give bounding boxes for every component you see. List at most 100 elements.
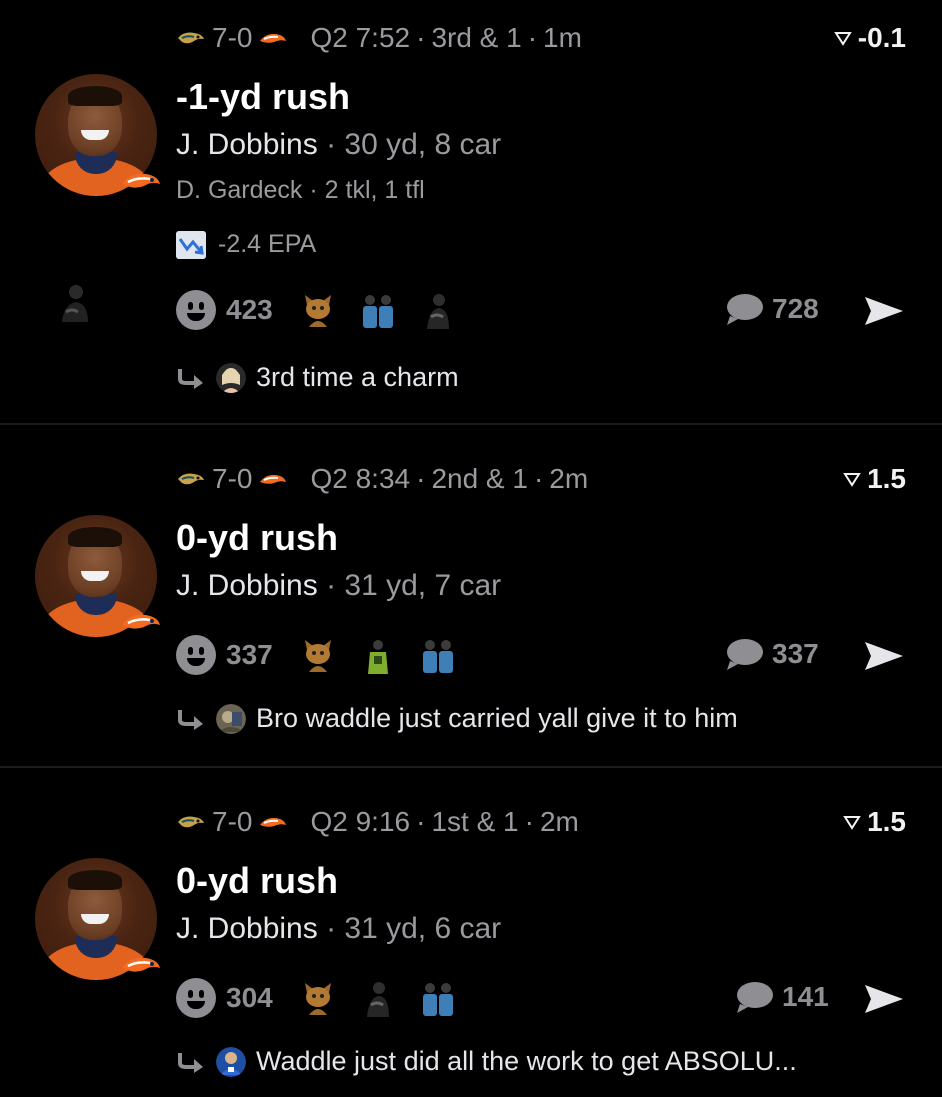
play-card[interactable]: 7-0 Q2 8:34 · 2nd & 1 · 2m 1.5 0-yd rush…	[0, 425, 942, 766]
broncos-logo-icon	[260, 33, 287, 43]
smiley-icon[interactable]	[176, 635, 216, 675]
player-stats: 31 yd, 6 car	[344, 912, 502, 945]
separator-dot: ·	[317, 128, 345, 161]
game-clock: Q2 8:34	[310, 463, 411, 494]
separator-dot: ·	[302, 176, 325, 204]
delta-value: -0.1	[857, 22, 906, 53]
comment-count: 728	[772, 293, 819, 324]
share-arrow-icon[interactable]	[862, 294, 906, 328]
reply-arrow-icon	[178, 1052, 203, 1073]
epa-value: -2.4 EPA	[218, 230, 317, 258]
reply-arrow-icon	[178, 709, 203, 730]
play-card[interactable]: 7-0 Q2 9:16 · 1st & 1 · 2m 1.5 0-yd rush…	[0, 768, 942, 1097]
player-name[interactable]: J. Dobbins	[176, 912, 318, 945]
player-stats: 30 yd, 8 car	[344, 128, 502, 161]
delta-value: 1.5	[867, 463, 906, 494]
reply-avatar	[216, 1046, 246, 1077]
player-name[interactable]: J. Dobbins	[176, 128, 318, 161]
reaction-bar: 423	[176, 290, 479, 330]
separator-dot: ·	[317, 569, 345, 602]
triangle-delta-icon	[843, 816, 861, 830]
chat-bubble-icon	[727, 639, 763, 670]
down-distance: 3rd & 1	[431, 22, 522, 53]
down-distance: 2nd & 1	[431, 463, 528, 494]
reaction-count[interactable]: 423	[226, 294, 273, 326]
reaction-count[interactable]: 337	[226, 639, 273, 671]
triangle-delta-icon	[843, 473, 861, 487]
person-sticker-icon[interactable]	[359, 979, 397, 1017]
separator-dot: ·	[416, 463, 426, 494]
separator-dot: ·	[527, 22, 538, 53]
smiley-icon[interactable]	[176, 290, 216, 330]
avatar-hair	[68, 86, 122, 106]
top-reply[interactable]: Bro waddle just carried yall give it to …	[176, 703, 738, 734]
share-arrow-icon[interactable]	[862, 639, 906, 673]
sticker-icon	[62, 285, 88, 322]
jaguars-logo-icon	[178, 473, 204, 485]
play-feed: 7-0 Q2 7:52 · 3rd & 1 · 1m -0.1 -1-yd ru…	[0, 0, 942, 1097]
post-age: 1m	[543, 22, 582, 53]
reply-text: Waddle just did all the work to get ABSO…	[256, 1046, 797, 1076]
reply-text: Bro waddle just carried yall give it to …	[256, 703, 738, 733]
chat-bubble-icon	[727, 294, 763, 325]
game-clock: Q2 9:16	[310, 806, 411, 837]
ball-carrier: J. Dobbins · 30 yd, 8 car	[176, 128, 501, 162]
comment-button[interactable]: 337	[724, 637, 819, 671]
smiley-icon[interactable]	[176, 978, 216, 1018]
person-sticker-icon[interactable]	[419, 291, 457, 329]
post-age: 2m	[549, 463, 589, 494]
cat-sticker-icon[interactable]	[299, 291, 337, 329]
post-age: 2m	[539, 806, 579, 837]
reply-avatar	[216, 703, 246, 734]
play-meta: 7-0 Q2 8:34 · 2nd & 1 · 2m	[176, 463, 588, 495]
top-reply[interactable]: 3rd time a charm	[176, 362, 459, 393]
avatar-hair	[68, 870, 122, 890]
epa-row: -2.4 EPA	[176, 230, 316, 259]
separator-dot: ·	[416, 22, 426, 53]
play-title: -1-yd rush	[176, 76, 351, 117]
avatar-hair	[68, 527, 122, 547]
win-prob-delta: 1.5	[843, 806, 906, 838]
share-arrow-icon[interactable]	[862, 982, 906, 1016]
players-sticker-icon[interactable]	[359, 291, 397, 329]
separator-dot: ·	[317, 912, 345, 945]
broncos-logo-icon	[260, 817, 287, 827]
players-sticker-icon[interactable]	[419, 636, 457, 674]
player-sticker-icon[interactable]	[359, 636, 397, 674]
reply-avatar	[216, 362, 246, 393]
reaction-count[interactable]: 304	[226, 982, 273, 1014]
broncos-logo-icon	[260, 474, 287, 484]
defender: D. Gardeck · 2 tkl, 1 tfl	[176, 176, 425, 205]
win-prob-delta: -0.1	[833, 22, 906, 54]
comment-button[interactable]: 141	[734, 980, 829, 1014]
score: 7-0	[212, 806, 253, 837]
comment-button[interactable]: 728	[724, 292, 819, 326]
player-name[interactable]: J. Dobbins	[176, 569, 318, 602]
play-card[interactable]: 7-0 Q2 7:52 · 3rd & 1 · 1m -0.1 -1-yd ru…	[0, 0, 942, 423]
comment-count: 141	[782, 981, 829, 1012]
play-title: 0-yd rush	[176, 517, 339, 558]
play-meta: 7-0 Q2 9:16 · 1st & 1 · 2m	[176, 806, 579, 838]
reply-text: 3rd time a charm	[256, 362, 459, 392]
top-reply[interactable]: Waddle just did all the work to get ABSO…	[176, 1046, 797, 1077]
cat-sticker-icon[interactable]	[299, 979, 337, 1017]
triangle-delta-icon	[833, 32, 852, 46]
separator-dot: ·	[533, 463, 544, 494]
comment-count: 337	[772, 638, 819, 669]
win-prob-delta: 1.5	[843, 463, 906, 495]
jaguars-logo-icon	[178, 816, 204, 828]
defender-name[interactable]: D. Gardeck	[176, 176, 302, 204]
cat-sticker-icon[interactable]	[299, 636, 337, 674]
players-sticker-icon[interactable]	[419, 979, 457, 1017]
ball-carrier: J. Dobbins · 31 yd, 7 car	[176, 569, 501, 603]
score: 7-0	[212, 22, 253, 53]
broncos-logo-icon	[122, 957, 160, 972]
reaction-bar: 304	[176, 978, 479, 1018]
score: 7-0	[212, 463, 253, 494]
separator-dot: ·	[416, 806, 426, 837]
player-stats: 31 yd, 7 car	[344, 569, 502, 602]
play-title: 0-yd rush	[176, 860, 339, 901]
reply-arrow-icon	[178, 368, 203, 389]
defender-stats: 2 tkl, 1 tfl	[324, 176, 425, 204]
separator-dot: ·	[524, 806, 534, 837]
